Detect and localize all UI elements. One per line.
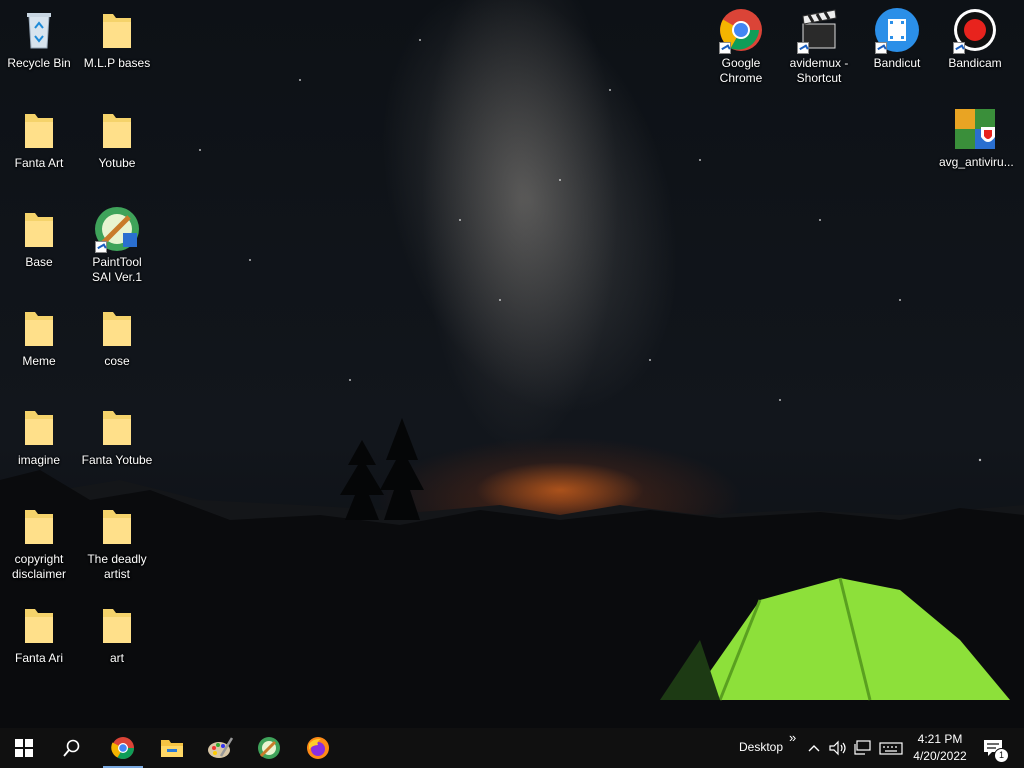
shortcut-arrow-icon	[719, 42, 731, 54]
desktop-icon-cose[interactable]: cose	[79, 304, 155, 369]
shortcut-arrow-icon	[797, 42, 809, 54]
touch-keyboard-button[interactable]	[879, 738, 903, 758]
desktop-icon-mlp-bases[interactable]: M.L.P bases	[79, 6, 155, 71]
icon-label: art	[109, 651, 124, 665]
icon-label: avidemux - Shortcut	[789, 56, 849, 85]
folder-icon	[93, 502, 141, 550]
icon-label: The deadly artist	[87, 552, 147, 581]
icon-label: Fanta Yotube	[81, 453, 153, 467]
chevron-up-icon	[808, 745, 820, 752]
folder-icon	[93, 106, 141, 154]
folder-icon	[15, 502, 63, 550]
clapperboard-icon	[795, 6, 843, 54]
icon-label: Bandicut	[873, 56, 921, 70]
desktop-icon-fanta-yotube[interactable]: Fanta Yotube	[79, 403, 155, 468]
network-button[interactable]	[853, 738, 873, 758]
shortcut-arrow-icon	[953, 42, 965, 54]
desktop-icon-bandicam[interactable]: Bandicam	[937, 6, 1013, 71]
avg-installer-icon	[951, 105, 999, 153]
volume-button[interactable]	[828, 738, 848, 758]
paint-palette-icon	[208, 737, 233, 758]
painttool-sai-icon	[258, 737, 280, 759]
icon-label: Base	[25, 255, 53, 269]
icon-label: avg_antiviru...	[939, 155, 1014, 169]
folder-icon	[15, 106, 63, 154]
speaker-icon	[829, 740, 846, 756]
desktop-icon-copyright-disclaimer[interactable]: copyright disclaimer	[1, 502, 77, 582]
notification-count-badge: 1	[994, 748, 1009, 763]
taskbar-file-explorer[interactable]	[148, 728, 196, 768]
icon-label: Yotube	[98, 156, 136, 170]
file-explorer-icon	[161, 740, 183, 757]
desktop-icon-avidemux[interactable]: avidemux - Shortcut	[781, 6, 857, 86]
icon-label: Meme	[22, 354, 56, 368]
taskbar-chrome[interactable]	[99, 728, 147, 768]
desktop-icon-fanta-art[interactable]: Fanta Art	[1, 106, 77, 171]
icon-label: Fanta Ari	[14, 651, 64, 665]
clock-time: 4:21 PM	[917, 732, 963, 746]
painttool-sai-icon	[93, 205, 141, 253]
icon-label: copyright disclaimer	[11, 552, 66, 581]
desktop-icon-painttool-sai[interactable]: PaintTool SAI Ver.1	[79, 205, 155, 285]
folder-icon	[15, 403, 63, 451]
desktop-icon-bandicut[interactable]: Bandicut	[859, 6, 935, 71]
chrome-icon	[111, 737, 134, 759]
folder-icon	[15, 601, 63, 649]
folder-icon	[93, 601, 141, 649]
folder-icon	[15, 304, 63, 352]
film-strip-icon	[873, 6, 921, 54]
action-center-button[interactable]: 1	[980, 736, 1009, 763]
clock-date: 4/20/2022	[913, 749, 967, 763]
desktop-icon-fanta-ari[interactable]: Fanta Ari	[1, 601, 77, 666]
icon-label: cose	[104, 354, 130, 368]
icon-label: Fanta Art	[14, 156, 64, 170]
taskbar-firefox[interactable]	[294, 728, 342, 768]
desktop-toolbar-label[interactable]: Desktop	[739, 740, 783, 754]
taskbar: Desktop » 4:21 PM 4/20/2022 1	[0, 728, 1024, 768]
taskbar-clock[interactable]: 4:21 PM 4/20/2022	[904, 731, 976, 765]
start-button[interactable]	[0, 728, 48, 768]
show-hidden-icons-button[interactable]	[806, 738, 822, 758]
search-icon	[63, 739, 80, 757]
icon-label: M.L.P bases	[83, 56, 151, 70]
desktop-icon-yotube[interactable]: Yotube	[79, 106, 155, 171]
taskbar-paint[interactable]	[196, 728, 244, 768]
icon-label: PaintTool SAI Ver.1	[91, 255, 143, 284]
search-button[interactable]	[48, 728, 96, 768]
record-icon	[951, 6, 999, 54]
windows-logo-icon	[15, 739, 33, 757]
network-icon	[854, 740, 871, 755]
icon-label: Bandicam	[948, 56, 1002, 70]
desktop-icon-the-deadly-artist[interactable]: The deadly artist	[79, 502, 155, 582]
icon-label: imagine	[17, 453, 61, 467]
shortcut-arrow-icon	[95, 241, 107, 253]
desktop-icon-avg-antivirus[interactable]: avg_antiviru...	[937, 105, 1014, 170]
chrome-icon	[717, 6, 765, 54]
folder-icon	[93, 304, 141, 352]
desktop-icon-art[interactable]: art	[79, 601, 155, 666]
firefox-icon	[307, 737, 329, 759]
desktop-icon-google-chrome[interactable]: Google Chrome	[703, 6, 779, 86]
toolbar-overflow-chevron[interactable]: »	[789, 730, 796, 745]
shortcut-arrow-icon	[875, 42, 887, 54]
desktop-icon-meme[interactable]: Meme	[1, 304, 77, 369]
folder-icon	[93, 6, 141, 54]
recycle-bin-icon	[15, 6, 63, 54]
icon-label: Google Chrome	[719, 56, 763, 85]
keyboard-icon	[879, 742, 903, 755]
taskbar-painttool-sai[interactable]	[245, 728, 293, 768]
folder-icon	[93, 403, 141, 451]
icon-label: Recycle Bin	[7, 56, 71, 70]
desktop-icon-base[interactable]: Base	[1, 205, 77, 270]
desktop-icon-imagine[interactable]: imagine	[1, 403, 77, 468]
folder-icon	[15, 205, 63, 253]
desktop-icon-recycle-bin[interactable]: Recycle Bin	[1, 6, 77, 71]
